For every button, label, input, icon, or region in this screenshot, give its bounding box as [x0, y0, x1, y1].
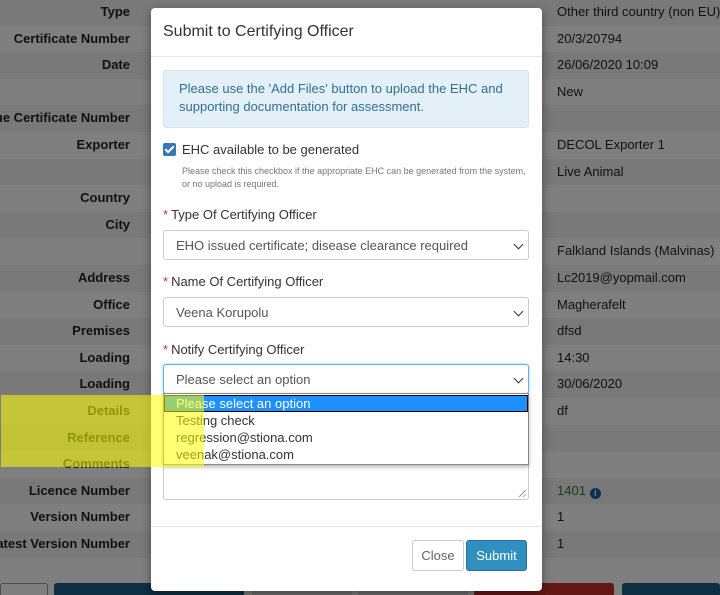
chevron-down-icon: [513, 239, 524, 250]
name-officer-select[interactable]: Veena Korupolu: [163, 297, 529, 327]
ehc-help-text: Please check this checkbox if the approp…: [182, 166, 526, 189]
ehc-checkbox-label[interactable]: EHC available to be generated: [182, 142, 359, 157]
name-officer-value: Veena Korupolu: [176, 305, 269, 320]
notify-officer-dropdown: Please select an option Testing check re…: [163, 393, 529, 465]
modal-title: Submit to Certifying Officer: [163, 23, 354, 40]
close-button[interactable]: Close: [412, 540, 464, 571]
info-alert: Please use the 'Add Files' button to upl…: [163, 70, 529, 128]
chevron-down-icon: [513, 306, 524, 317]
dropdown-option[interactable]: veenak@stiona.com: [164, 446, 528, 463]
type-officer-label-text: Type Of Certifying Officer: [171, 207, 317, 222]
notify-officer-label: * Notify Certifying Officer: [163, 342, 304, 357]
required-mark: *: [163, 274, 169, 289]
name-officer-label: * Name Of Certifying Officer: [163, 274, 323, 289]
chevron-down-icon: [513, 373, 524, 384]
modal-footer: Close Submit: [151, 526, 542, 591]
ehc-checkbox[interactable]: [163, 143, 176, 156]
name-officer-label-text: Name Of Certifying Officer: [171, 274, 324, 289]
type-officer-label: * Type Of Certifying Officer: [163, 207, 317, 222]
notify-officer-value: Please select an option: [176, 372, 311, 387]
type-officer-select[interactable]: EHO issued certificate; disease clearanc…: [163, 230, 529, 260]
submit-modal: Submit to Certifying Officer Please use …: [151, 8, 542, 591]
dropdown-option[interactable]: Testing check: [164, 412, 528, 429]
dropdown-option[interactable]: regression@stiona.com: [164, 429, 528, 446]
modal-header: Submit to Certifying Officer: [151, 8, 542, 57]
comments-textarea[interactable]: [163, 465, 529, 500]
notify-officer-select[interactable]: Please select an option: [163, 364, 529, 394]
resize-grip-icon[interactable]: [519, 490, 526, 497]
dropdown-option[interactable]: Please select an option: [164, 395, 528, 412]
submit-button[interactable]: Submit: [466, 540, 527, 571]
required-mark: *: [163, 207, 169, 222]
notify-officer-label-text: Notify Certifying Officer: [171, 342, 305, 357]
type-officer-value: EHO issued certificate; disease clearanc…: [176, 238, 468, 253]
required-mark: *: [163, 342, 169, 357]
